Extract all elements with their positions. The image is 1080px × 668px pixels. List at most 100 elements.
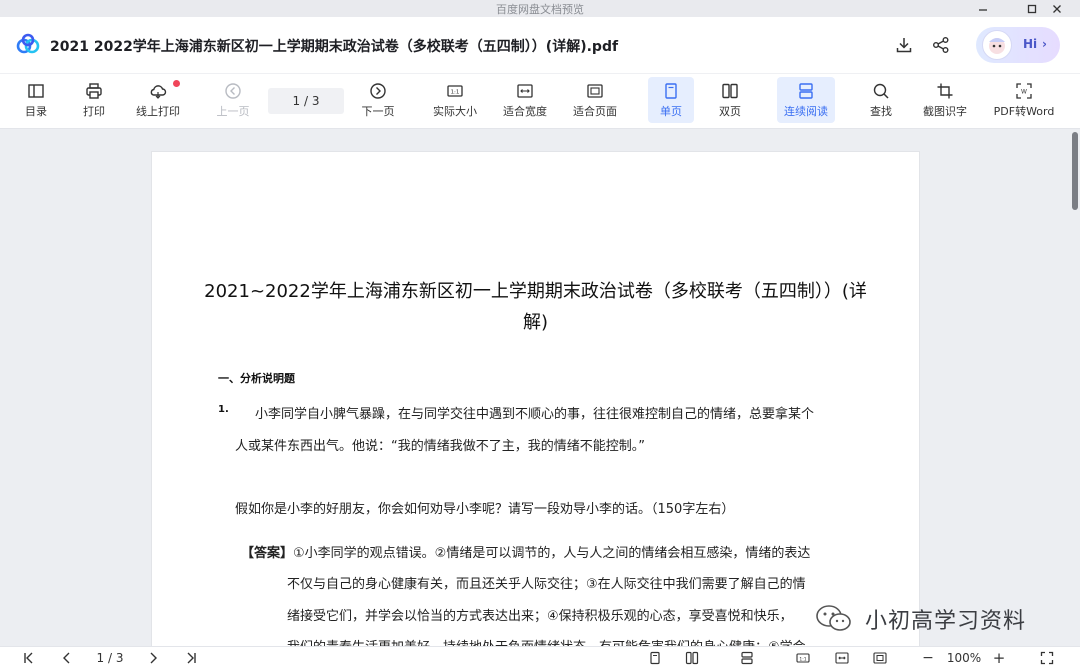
toolbar-print-label: 打印: [83, 105, 105, 118]
scrollbar-thumb[interactable]: [1072, 132, 1078, 210]
assistant-arrow-icon: ›: [1042, 37, 1047, 51]
download-button[interactable]: [892, 33, 916, 57]
maximize-icon: [1027, 4, 1037, 13]
question-line: 人或某件东西出气。他说：“我的情绪我做不了主，我的情绪不能控制。”: [235, 439, 645, 454]
window-title: 百度网盘文档预览: [496, 3, 584, 16]
actual-size-icon: 1:1: [447, 85, 463, 97]
toolbar-single-page-button[interactable]: 单页: [648, 77, 694, 123]
maximize-button[interactable]: [1019, 0, 1045, 17]
toolbar-pdf-to-word-button[interactable]: W PDF转Word: [990, 77, 1058, 123]
bottom-double-page-button[interactable]: [683, 650, 701, 666]
toolbar-prev-page-button[interactable]: 上一页: [211, 77, 255, 123]
question-prompt: 假如你是小李的好朋友，你会如何劝导小李呢？请写一段劝导小李的话。（150字左右）: [235, 502, 735, 517]
question-line: 小李同学自小脾气暴躁，在与同学交往中遇到不顺心的事，往往很难控制自己的情绪，总要…: [255, 407, 815, 422]
question-number: 1.: [218, 404, 229, 415]
toc-icon: [28, 84, 44, 98]
document-title: 2021 2022学年上海浦东新区初一上学期期末政治试卷（多校联考（五四制））(…: [50, 39, 619, 55]
answer-line: 不仅与自己的身心健康有关，而且还关乎人际交往；③在人际交往中我们需要了解自己的情: [287, 577, 806, 592]
watermark: 小初高学习资料: [815, 603, 1026, 635]
toolbar-toc-button[interactable]: 目录: [16, 77, 56, 123]
single-page-icon: [650, 651, 660, 665]
screenshot-ocr-icon: [937, 83, 953, 99]
prev-page-icon: [225, 83, 241, 99]
assistant-avatar-icon: [982, 30, 1012, 60]
fit-width-icon: [517, 84, 533, 98]
prev-page-button[interactable]: [58, 650, 76, 666]
zoom-level[interactable]: 100%: [944, 650, 984, 666]
bottom-page-indicator[interactable]: 1 / 3: [88, 650, 132, 666]
answer-line: 【答案】①小李同学的观点错误。②情绪是可以调节的，人与人之间的情绪会相互感染，情…: [241, 542, 810, 561]
ai-assistant-button[interactable]: Hi ›: [976, 27, 1060, 63]
svg-text:W: W: [1021, 89, 1027, 96]
zoom-out-button[interactable]: −: [920, 650, 936, 666]
toolbar-continuous-read-button[interactable]: 连续阅读: [777, 77, 835, 123]
first-page-icon: [24, 652, 33, 664]
continuous-read-icon: [741, 651, 753, 665]
page-number-input[interactable]: 1 / 3: [268, 88, 344, 114]
assistant-label: Hi: [1023, 37, 1038, 51]
fit-page-icon: [873, 652, 887, 664]
document-page: 2021~2022学年上海浦东新区初一上学期期末政治试卷（多校联考（五四制））(…: [151, 151, 920, 646]
fullscreen-button[interactable]: [1038, 650, 1056, 666]
toolbar-search-label: 查找: [870, 105, 892, 118]
toolbar-cloud-print-label: 线上打印: [136, 105, 180, 118]
svg-text:1:1: 1:1: [451, 90, 460, 96]
print-icon: [86, 83, 102, 99]
window-title-bar: 百度网盘文档预览: [0, 0, 1080, 17]
bottom-continuous-button[interactable]: [738, 650, 756, 666]
svg-text:1:1: 1:1: [799, 656, 806, 662]
close-icon: [1053, 4, 1061, 13]
toolbar-search-button[interactable]: 查找: [860, 77, 902, 123]
pdf-to-word-icon: W: [1016, 83, 1032, 99]
cloud-print-icon: [150, 85, 167, 99]
toolbar-next-page-label: 下一页: [361, 105, 395, 118]
bottom-single-page-button[interactable]: [646, 650, 664, 666]
share-icon: [933, 37, 949, 53]
last-page-icon: [187, 652, 196, 664]
last-page-button[interactable]: [182, 650, 200, 666]
toolbar-fit-width-button[interactable]: 适合宽度: [498, 77, 552, 123]
first-page-button[interactable]: [20, 650, 38, 666]
toolbar-pdf-to-word-label: PDF转Word: [993, 105, 1055, 118]
toolbar-screenshot-ocr-label: 截图识字: [923, 105, 967, 118]
next-page-button[interactable]: [144, 650, 162, 666]
bottom-actual-size-button[interactable]: 1:1: [794, 650, 812, 666]
answer-tag: 【答案】: [241, 546, 294, 561]
document-viewport[interactable]: 2021~2022学年上海浦东新区初一上学期期末政治试卷（多校联考（五四制））(…: [0, 129, 1080, 646]
toolbar-toc-label: 目录: [25, 105, 47, 118]
bottom-fit-page-button[interactable]: [871, 650, 889, 666]
bottom-fit-width-button[interactable]: [833, 650, 851, 666]
toolbar-fit-page-button[interactable]: 适合页面: [568, 77, 622, 123]
answer-line: 绪接受它们，并学会以恰当的方式表达出来；④保持积极乐观的心态，享受喜悦和快乐，: [287, 609, 793, 624]
search-icon: [873, 83, 889, 99]
zoom-in-button[interactable]: +: [991, 649, 1007, 667]
toolbar-prev-page-label: 上一页: [216, 105, 250, 118]
toolbar-actual-size-label: 实际大小: [433, 105, 477, 118]
document-heading: 2021~2022学年上海浦东新区初一上学期期末政治试卷（多校联考（五四制））(…: [204, 281, 867, 333]
minimize-icon: [979, 8, 987, 11]
watermark-text: 小初高学习资料: [865, 609, 1027, 634]
toolbar-continuous-read-label: 连续阅读: [784, 105, 828, 118]
share-button[interactable]: [929, 33, 953, 57]
toolbar-fit-page-label: 适合页面: [573, 105, 617, 118]
actual-size-icon: 1:1: [796, 653, 810, 663]
toolbar-double-page-button[interactable]: 双页: [708, 77, 752, 123]
toolbar-next-page-button[interactable]: 下一页: [356, 77, 400, 123]
toolbar-fit-width-label: 适合宽度: [503, 105, 547, 118]
double-page-icon: [722, 83, 738, 99]
toolbar-double-page-label: 双页: [719, 105, 741, 118]
baidu-netdisk-logo-icon: [16, 33, 40, 54]
minimize-button[interactable]: [970, 0, 996, 17]
notification-badge: [173, 80, 180, 87]
single-page-icon: [665, 83, 677, 99]
continuous-read-icon: [799, 83, 813, 99]
toolbar-screenshot-ocr-button[interactable]: 截图识字: [918, 77, 972, 123]
fullscreen-icon: [1040, 651, 1054, 665]
bottom-bar: 1 / 3 1:1 − 100% +: [0, 646, 1080, 668]
close-button[interactable]: [1044, 0, 1070, 17]
fit-page-icon: [587, 84, 603, 98]
toolbar-actual-size-button[interactable]: 1:1 实际大小: [428, 77, 482, 123]
answer-text: ①小李同学的观点错误。②情绪是可以调节的，人与人之间的情绪会相互感染，情绪的表达: [293, 546, 811, 561]
toolbar-print-button[interactable]: 打印: [74, 77, 114, 123]
answer-line: 我们的青春生活更加美好。持续地处于负面情绪状态，有可能危害我们的身心健康；⑤学会: [287, 636, 806, 646]
